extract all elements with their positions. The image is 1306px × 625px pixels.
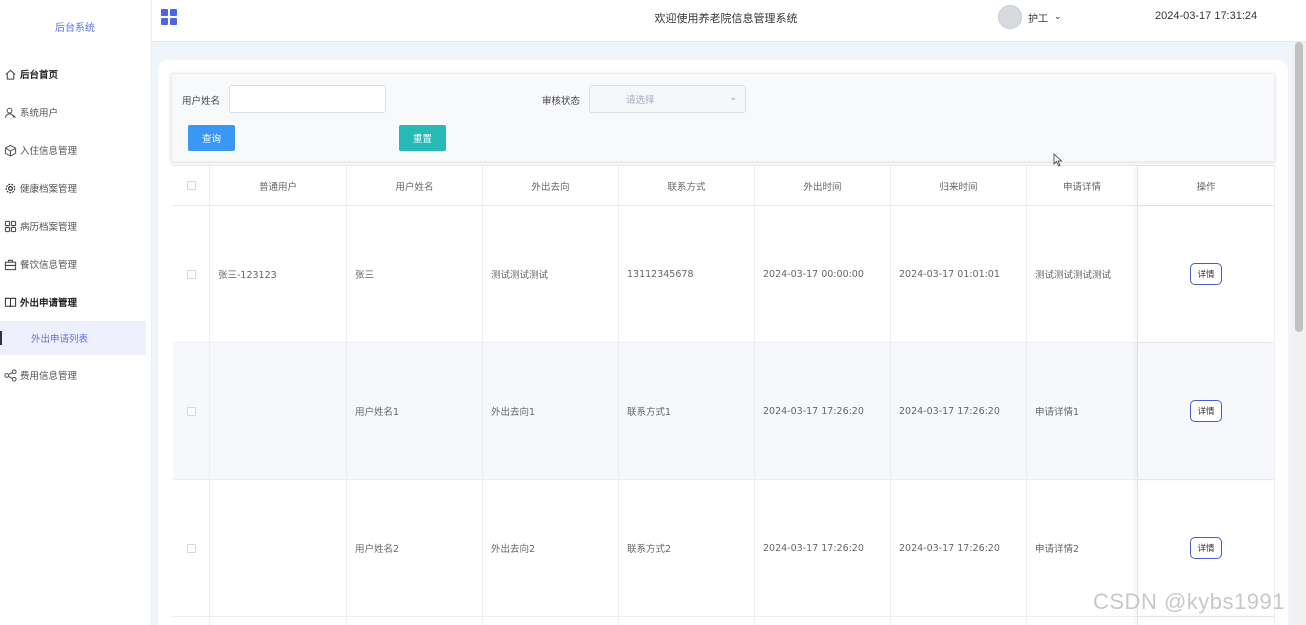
header-title: 欢迎使用养老院信息管理系统 <box>654 12 798 25</box>
row-checkbox[interactable] <box>186 406 196 416</box>
column-header: 联系方式 <box>619 166 755 205</box>
book-icon <box>3 295 17 309</box>
cell-destination: 外出去向1 <box>483 343 619 479</box>
content-card: 用户姓名 审核状态 请选择 ⌄ 查询 重置 普通用户 用户姓名 外出去向 联系方… <box>158 60 1288 625</box>
sidebar-item-label: 费用信息管理 <box>20 371 78 382</box>
mouse-cursor-icon <box>1053 153 1063 167</box>
sidebar-item-label: 外出申请管理 <box>20 298 78 309</box>
chevron-down-icon: ⌄ <box>1054 12 1062 22</box>
cell-user <box>210 343 347 479</box>
cell-out-time: 2024-03-17 17:26:20 <box>755 480 891 616</box>
cell-contact: 联系方式2 <box>619 480 755 616</box>
sidebar: 后台系统 后台首页 系统用户 入住信息管理 健康档案管理 病历档案管理 餐饮信息… <box>0 0 152 625</box>
cell-name: 用户姓名1 <box>347 343 483 479</box>
sidebar-item-checkin[interactable]: 入住信息管理 <box>0 131 150 169</box>
cell-back-time: 2024-03-17 01:01:01 <box>891 206 1027 342</box>
cell-destination: 测试测试测试 <box>483 206 619 342</box>
detail-button[interactable]: 详情 <box>1190 263 1222 285</box>
column-header: 归来时间 <box>891 166 1027 205</box>
share-icon <box>3 368 17 382</box>
cell-detail: 申请详情1 <box>1027 343 1138 479</box>
cell-back-time: 2024-03-17 17:26:20 <box>891 343 1027 479</box>
sidebar-item-catering[interactable]: 餐饮信息管理 <box>0 245 150 283</box>
column-header: 外出去向 <box>483 166 619 205</box>
brand-title: 后台系统 <box>55 23 95 34</box>
row-select-cell[interactable] <box>173 343 210 479</box>
column-header: 普通用户 <box>210 166 347 205</box>
row-checkbox[interactable] <box>186 269 196 279</box>
cell-destination: 外出去向2 <box>483 480 619 616</box>
cell-name: 张三 <box>347 206 483 342</box>
cell-user: 张三-123123 <box>210 206 347 342</box>
scrollbar-thumb[interactable] <box>1295 42 1303 332</box>
header-datetime: 2024-03-17 17:31:24 <box>1155 10 1258 22</box>
app-root: 后台系统 后台首页 系统用户 入住信息管理 健康档案管理 病历档案管理 餐饮信息… <box>0 0 1306 625</box>
table-header: 普通用户 用户姓名 外出去向 联系方式 外出时间 归来时间 申请详情 操作 <box>173 165 1275 206</box>
sidebar-item-label: 餐饮信息管理 <box>20 260 78 271</box>
cell-detail: 测试测试测试测试 <box>1027 206 1138 342</box>
column-header: 申请详情 <box>1027 166 1138 205</box>
user-dropdown[interactable]: 护工 ⌄ <box>998 4 1062 30</box>
select-all-checkbox[interactable] <box>186 181 196 190</box>
cell-user <box>210 480 347 616</box>
column-header: 操作 <box>1138 166 1275 205</box>
sidebar-item-home[interactable]: 后台首页 <box>0 55 150 93</box>
cell-out-time: 2024-03-17 17:26:20 <box>755 343 891 479</box>
briefcase-icon <box>3 257 17 271</box>
column-header: 外出时间 <box>755 166 891 205</box>
cell-action: 详情 <box>1138 206 1275 342</box>
gear-icon <box>3 181 17 195</box>
status-label: 审核状态 <box>542 96 581 107</box>
table-row: 张三-123123 张三 测试测试测试 13112345678 2024-03-… <box>173 206 1275 343</box>
data-table: 普通用户 用户姓名 外出去向 联系方式 外出时间 归来时间 申请详情 操作 张三… <box>173 165 1275 625</box>
sidebar-item-medical-records[interactable]: 病历档案管理 <box>0 207 150 245</box>
cube-icon <box>3 143 17 157</box>
detail-button[interactable]: 详情 <box>1190 537 1222 559</box>
sidebar-subitem-label: 外出申请列表 <box>31 334 89 345</box>
active-indicator <box>0 331 2 345</box>
watermark: CSDN @kybs1991 <box>1093 589 1285 614</box>
user-icon <box>3 105 17 119</box>
sidebar-subitem-outing-list[interactable]: 外出申请列表 <box>0 321 146 355</box>
cell-action: 详情 <box>1138 343 1275 479</box>
sidebar-item-label: 入住信息管理 <box>20 146 78 157</box>
sidebar-item-label: 病历档案管理 <box>20 222 78 233</box>
status-select[interactable]: 请选择 ⌄ <box>589 85 746 113</box>
sidebar-item-label: 健康档案管理 <box>20 184 78 195</box>
row-select-cell[interactable] <box>173 206 210 342</box>
search-panel: 用户姓名 审核状态 请选择 ⌄ 查询 重置 <box>171 73 1275 162</box>
page-scrollbar[interactable] <box>1292 42 1306 625</box>
sidebar-item-outing[interactable]: 外出申请管理 <box>0 283 150 321</box>
detail-button[interactable]: 详情 <box>1190 400 1222 422</box>
cell-contact: 联系方式1 <box>619 343 755 479</box>
table-row-partial <box>173 617 1275 625</box>
sidebar-item-health-records[interactable]: 健康档案管理 <box>0 169 150 207</box>
query-button[interactable]: 查询 <box>188 125 235 151</box>
select-all-cell[interactable] <box>173 166 210 205</box>
sidebar-item-system-users[interactable]: 系统用户 <box>0 93 150 131</box>
reset-button[interactable]: 重置 <box>399 125 446 151</box>
username-input[interactable] <box>229 85 386 113</box>
avatar <box>998 5 1022 29</box>
row-select-cell[interactable] <box>173 480 210 616</box>
cell-out-time: 2024-03-17 00:00:00 <box>755 206 891 342</box>
table-row: 用户姓名1 外出去向1 联系方式1 2024-03-17 17:26:20 20… <box>173 343 1275 480</box>
cell-name: 用户姓名2 <box>347 480 483 616</box>
home-icon <box>3 67 17 81</box>
sidebar-item-label: 后台首页 <box>20 70 59 81</box>
row-checkbox[interactable] <box>186 543 196 553</box>
column-header: 用户姓名 <box>347 166 483 205</box>
sidebar-item-label: 系统用户 <box>20 108 59 119</box>
username-label: 用户姓名 <box>182 96 221 107</box>
grid-four-icon <box>3 219 17 233</box>
sidebar-item-fees[interactable]: 费用信息管理 <box>0 356 150 394</box>
user-role: 护工 <box>1028 13 1048 25</box>
status-placeholder: 请选择 <box>626 95 655 106</box>
cell-back-time: 2024-03-17 17:26:20 <box>891 480 1027 616</box>
chevron-down-icon: ⌄ <box>729 93 737 103</box>
cell-contact: 13112345678 <box>619 206 755 342</box>
top-header: 欢迎使用养老院信息管理系统 护工 ⌄ 2024-03-17 17:31:24 <box>152 0 1306 42</box>
